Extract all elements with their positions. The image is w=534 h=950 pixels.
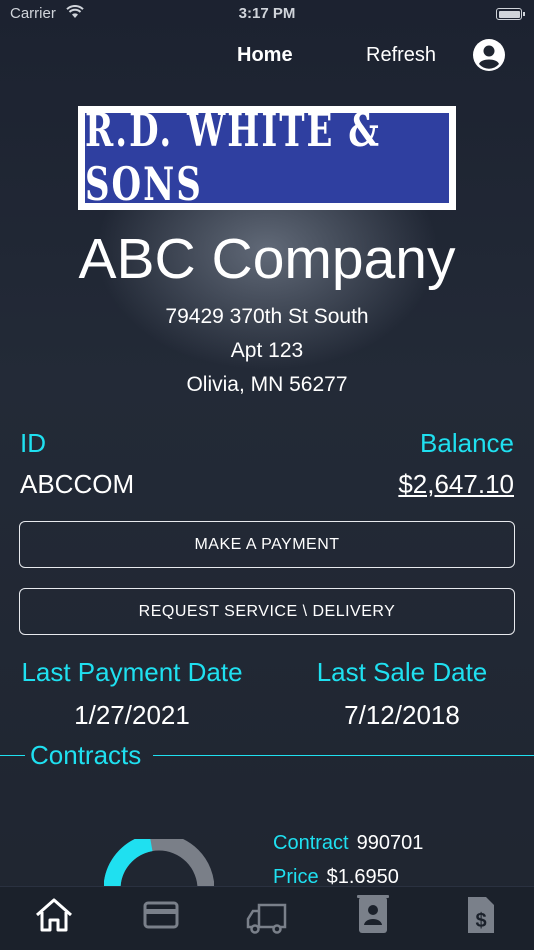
last-sale-date-value: 7/12/2018 <box>344 700 460 730</box>
contact-icon[interactable] <box>351 895 395 935</box>
last-payment-date-label: Last Payment Date <box>21 657 243 687</box>
request-service-button[interactable]: REQUEST SERVICE \ DELIVERY <box>19 588 515 635</box>
home-icon[interactable] <box>32 895 76 935</box>
logo-text: R.D. WHITE & SONS <box>85 104 381 212</box>
contract-gauge <box>103 833 215 890</box>
address-line-3: Olivia, MN 56277 <box>186 373 348 396</box>
clock: 3:17 PM <box>238 5 296 22</box>
nav-home[interactable]: Home <box>237 44 293 67</box>
contract-value: 990701 <box>356 832 424 854</box>
id-value: ABCCOM <box>20 469 135 499</box>
nav-refresh[interactable]: Refresh <box>366 44 436 67</box>
company-logo: R.D. WHITE & SONS <box>78 104 456 212</box>
svg-text:$: $ <box>475 910 486 932</box>
balance-link[interactable]: $2,647.10 <box>398 469 514 500</box>
last-payment-date-value: 1/27/2021 <box>74 700 190 730</box>
truck-icon[interactable] <box>245 895 289 935</box>
address-line-1: 79429 370th St South <box>165 305 369 328</box>
status-bar: Carrier 3:17 PM <box>0 0 534 28</box>
divider-right <box>153 755 534 756</box>
balance-label: Balance <box>420 428 514 458</box>
invoice-icon[interactable]: $ <box>458 895 502 935</box>
card-icon[interactable] <box>139 895 183 935</box>
tab-bar: $ <box>0 886 534 950</box>
id-label: ID <box>20 428 46 458</box>
company-name: ABC Company <box>78 227 456 291</box>
last-sale-date-label: Last Sale Date <box>316 657 488 687</box>
profile-icon[interactable] <box>472 38 506 72</box>
top-nav: Home Refresh <box>0 36 534 76</box>
address-line-2: Apt 123 <box>230 339 304 362</box>
price-label: Price <box>273 866 319 888</box>
divider-left <box>0 755 25 756</box>
contract-row: Contract 990701 <box>273 832 423 855</box>
battery-icon <box>496 8 525 20</box>
make-payment-button[interactable]: MAKE A PAYMENT <box>19 521 515 568</box>
contracts-title: Contracts <box>30 740 142 770</box>
contract-label: Contract <box>273 832 349 854</box>
price-value: $1.6950 <box>326 866 399 888</box>
